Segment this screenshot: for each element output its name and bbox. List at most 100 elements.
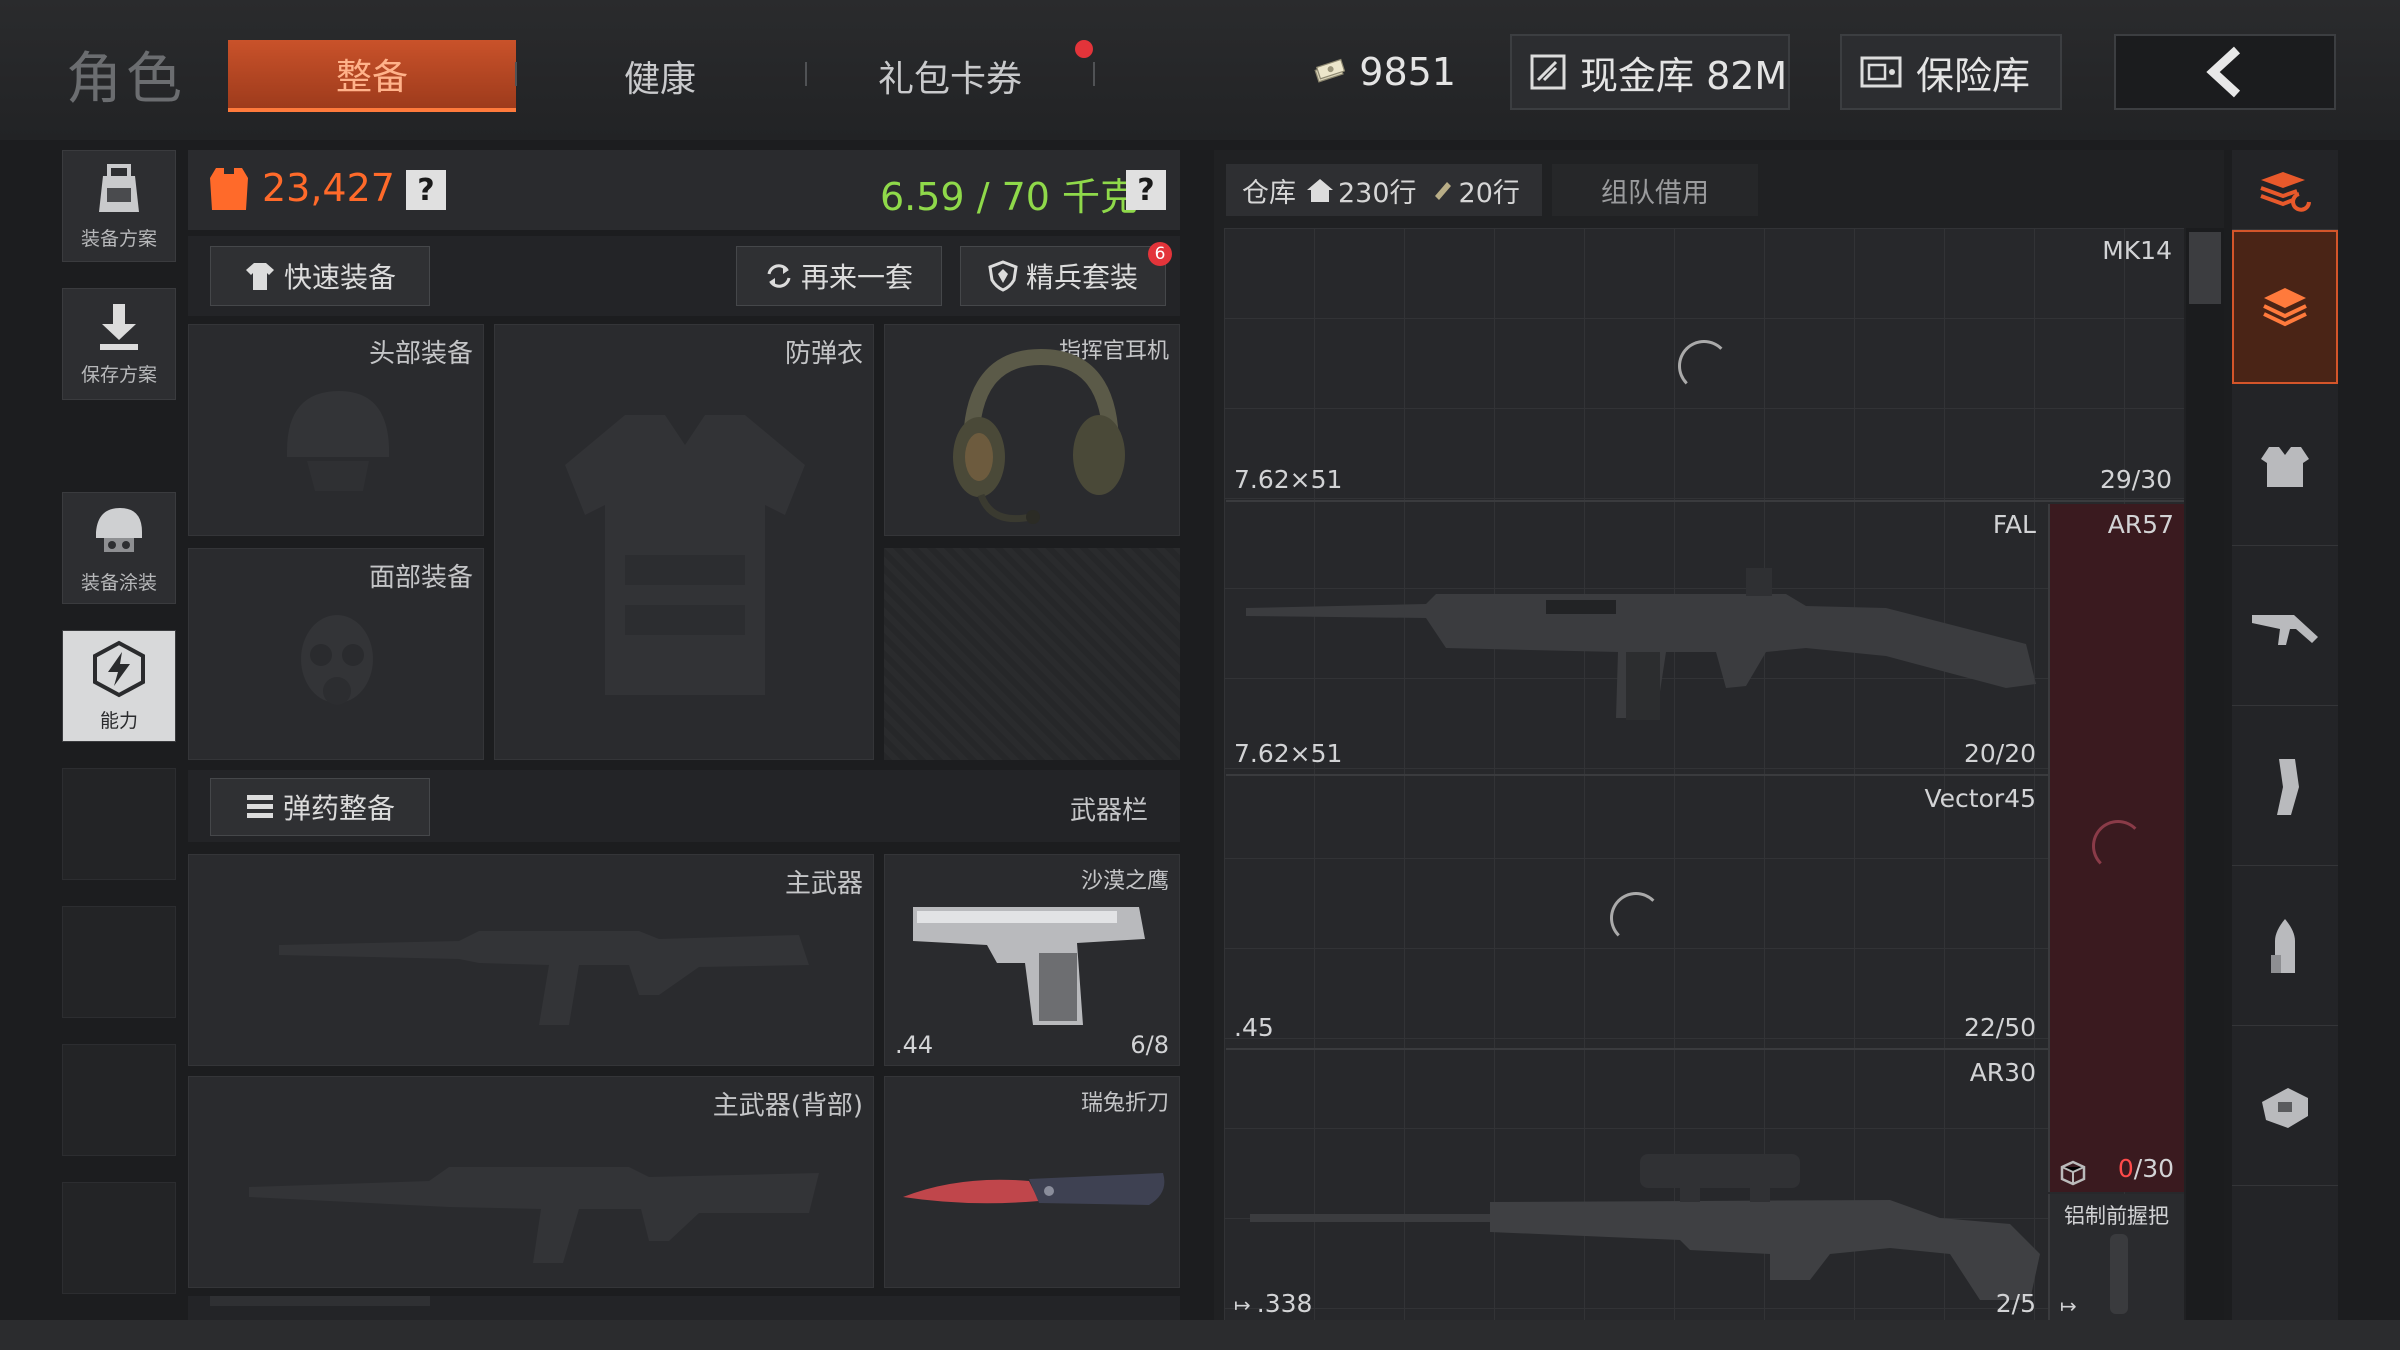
item-ammo: 29/30 xyxy=(2099,465,2172,494)
storage-item-vector45[interactable]: Vector45 .45 22/50 xyxy=(1226,778,2048,1050)
item-name: MK14 xyxy=(2102,236,2172,265)
face-gear-slot[interactable]: 面部装备 xyxy=(188,548,484,760)
primary-weapon-slot[interactable]: 主武器 xyxy=(188,854,874,1066)
empty-sidebar-slot xyxy=(62,906,176,1018)
item-name: AR30 xyxy=(1969,1058,2036,1087)
team-borrow-tab[interactable]: 组队借用 xyxy=(1552,164,1758,216)
cash-stack-icon xyxy=(1314,58,1346,83)
fal-rifle-icon xyxy=(1246,568,2036,720)
slot-label: 主武器 xyxy=(784,869,863,899)
category-armor[interactable] xyxy=(2232,388,2338,546)
shield-icon xyxy=(988,260,1018,292)
safe-icon xyxy=(1860,56,1902,88)
category-all[interactable] xyxy=(2232,230,2338,384)
pistol-name: 沙漠之鹰 xyxy=(1080,869,1169,894)
cash-vault-label: 现金库 82M xyxy=(1580,53,1788,98)
item-name: 铝制前握把 xyxy=(2064,1204,2169,1228)
slot-label: 防弹衣 xyxy=(784,339,863,369)
helmet-paint-icon xyxy=(96,507,142,552)
storage-item-foregrip[interactable]: 铝制前握把 ↦ xyxy=(2048,1194,2184,1320)
primary-back-weapon-slot[interactable]: 主武器(背部) xyxy=(188,1076,874,1288)
cash-vault-icon xyxy=(1530,54,1566,90)
again-label: 再来一套 xyxy=(800,261,913,294)
category-accessories[interactable] xyxy=(2232,1028,2338,1186)
quick-equip-button[interactable]: 快速装备 xyxy=(210,246,430,306)
save-plan-button[interactable]: 保存方案 xyxy=(62,288,176,400)
storage-tab-label: 仓库 xyxy=(1242,177,1296,209)
box-icon xyxy=(2060,1160,2086,1186)
value-help-button[interactable]: ? xyxy=(406,170,446,210)
shirt-icon xyxy=(245,263,274,290)
backpack-icon xyxy=(99,163,139,212)
ammo-list-icon xyxy=(246,795,273,818)
page-title: 角色 xyxy=(66,47,186,112)
head-gear-slot[interactable]: 头部装备 xyxy=(188,324,484,536)
notification-dot xyxy=(1075,40,1093,58)
tab-gift-coupons[interactable]: 礼包卡券 xyxy=(830,40,1070,112)
ammo-empty-count: 0 xyxy=(2117,1154,2134,1183)
tab-divider xyxy=(1093,62,1095,86)
export-icon: ↦ xyxy=(2060,1294,2077,1318)
vest-silhouette-icon xyxy=(565,415,805,695)
safe-vault-button[interactable]: 保险库 xyxy=(1840,34,2062,110)
gas-mask-silhouette-icon xyxy=(301,615,373,705)
knife-slot[interactable]: 瑞兔折刀 xyxy=(884,1076,1180,1288)
slot-label: 主武器(背部) xyxy=(712,1091,863,1121)
loadout-plan-button[interactable]: 装备方案 xyxy=(62,150,176,262)
weapon-bar-label: 武器栏 xyxy=(1070,796,1149,826)
sidebar-item-label: 保存方案 xyxy=(80,363,157,386)
tab-loadout[interactable]: 整备 xyxy=(228,40,516,112)
tab-divider xyxy=(805,62,807,86)
storage-item-ar30[interactable]: AR30 ↦ .338 2/5 xyxy=(1226,1052,2048,1320)
coin-balance[interactable]: 9851 xyxy=(1296,34,1456,110)
stack-refresh-icon xyxy=(2260,171,2311,212)
body-armor-slot[interactable]: 防弹衣 xyxy=(494,324,874,760)
weight-readout: 6.59 / 70 千克 xyxy=(880,175,1139,219)
weight-help-button[interactable]: ? xyxy=(1126,170,1166,210)
item-ammo: 0/30 xyxy=(2118,1154,2174,1183)
bullet-icon xyxy=(2271,918,2295,973)
ar30-sniper-icon xyxy=(1250,1154,2040,1300)
elite-set-button[interactable]: 精兵套装 xyxy=(960,246,1166,306)
quick-equip-label: 快速装备 xyxy=(283,261,396,294)
item-name: Vector45 xyxy=(1924,784,2036,813)
item-caliber: 7.62×51 xyxy=(1234,739,1343,768)
category-rifles[interactable] xyxy=(2232,548,2338,706)
category-magazines[interactable] xyxy=(2232,708,2338,866)
rifle-icon xyxy=(2252,614,2318,645)
armor-value-icon xyxy=(210,168,248,210)
storage-scrollbar[interactable] xyxy=(2186,228,2224,1320)
storage-tab[interactable]: 仓库 230行 20行 xyxy=(1226,164,1542,216)
loadout-value: 23,427 xyxy=(262,166,395,210)
item-name: AR57 xyxy=(2107,510,2174,539)
headset-slot[interactable]: 指挥官耳机 xyxy=(884,324,1180,536)
pistol-icon xyxy=(913,907,1145,1025)
storage-item-ar57[interactable]: AR57 0/30 xyxy=(2048,504,2184,1192)
chevron-left-icon xyxy=(2206,46,2241,98)
loading-spinner xyxy=(1678,340,1730,392)
ability-button[interactable]: 能力 xyxy=(62,630,176,742)
storage-item-fal[interactable]: FAL 7.62×51 20/20 xyxy=(1226,504,2048,776)
empty-sidebar-slot xyxy=(62,1182,176,1294)
tab-health[interactable]: 健康 xyxy=(540,40,780,112)
home-icon xyxy=(1307,179,1333,202)
scrollbar-thumb[interactable] xyxy=(2189,232,2221,304)
again-button[interactable]: 再来一套 xyxy=(736,246,942,306)
extra-rows: 20行 xyxy=(1458,177,1520,209)
cash-vault-button[interactable]: 现金库 82M xyxy=(1510,34,1790,110)
sidebar-item-label: 装备方案 xyxy=(80,227,157,250)
back-button[interactable] xyxy=(2114,34,2336,110)
sidebar-item-label: 能力 xyxy=(99,709,138,732)
extra-storage-icon xyxy=(1434,182,1451,200)
bottom-bar xyxy=(0,1320,2400,1350)
item-caliber-text: .338 xyxy=(1256,1289,1313,1318)
ammo-prep-button[interactable]: 弹药整备 xyxy=(210,778,430,836)
sidebar-item-label: 装备涂装 xyxy=(80,571,157,594)
category-all-refresh[interactable] xyxy=(2232,150,2338,230)
equipment-paint-button[interactable]: 装备涂装 xyxy=(62,492,176,604)
item-caliber: ↦ .338 xyxy=(1234,1289,1312,1318)
item-caliber: 7.62×51 xyxy=(1234,465,1343,494)
category-ammo[interactable] xyxy=(2232,868,2338,1026)
storage-item-mk14[interactable]: MK14 7.62×51 29/30 xyxy=(1226,230,2184,502)
pistol-slot[interactable]: 沙漠之鹰 .44 6/8 xyxy=(884,854,1180,1066)
